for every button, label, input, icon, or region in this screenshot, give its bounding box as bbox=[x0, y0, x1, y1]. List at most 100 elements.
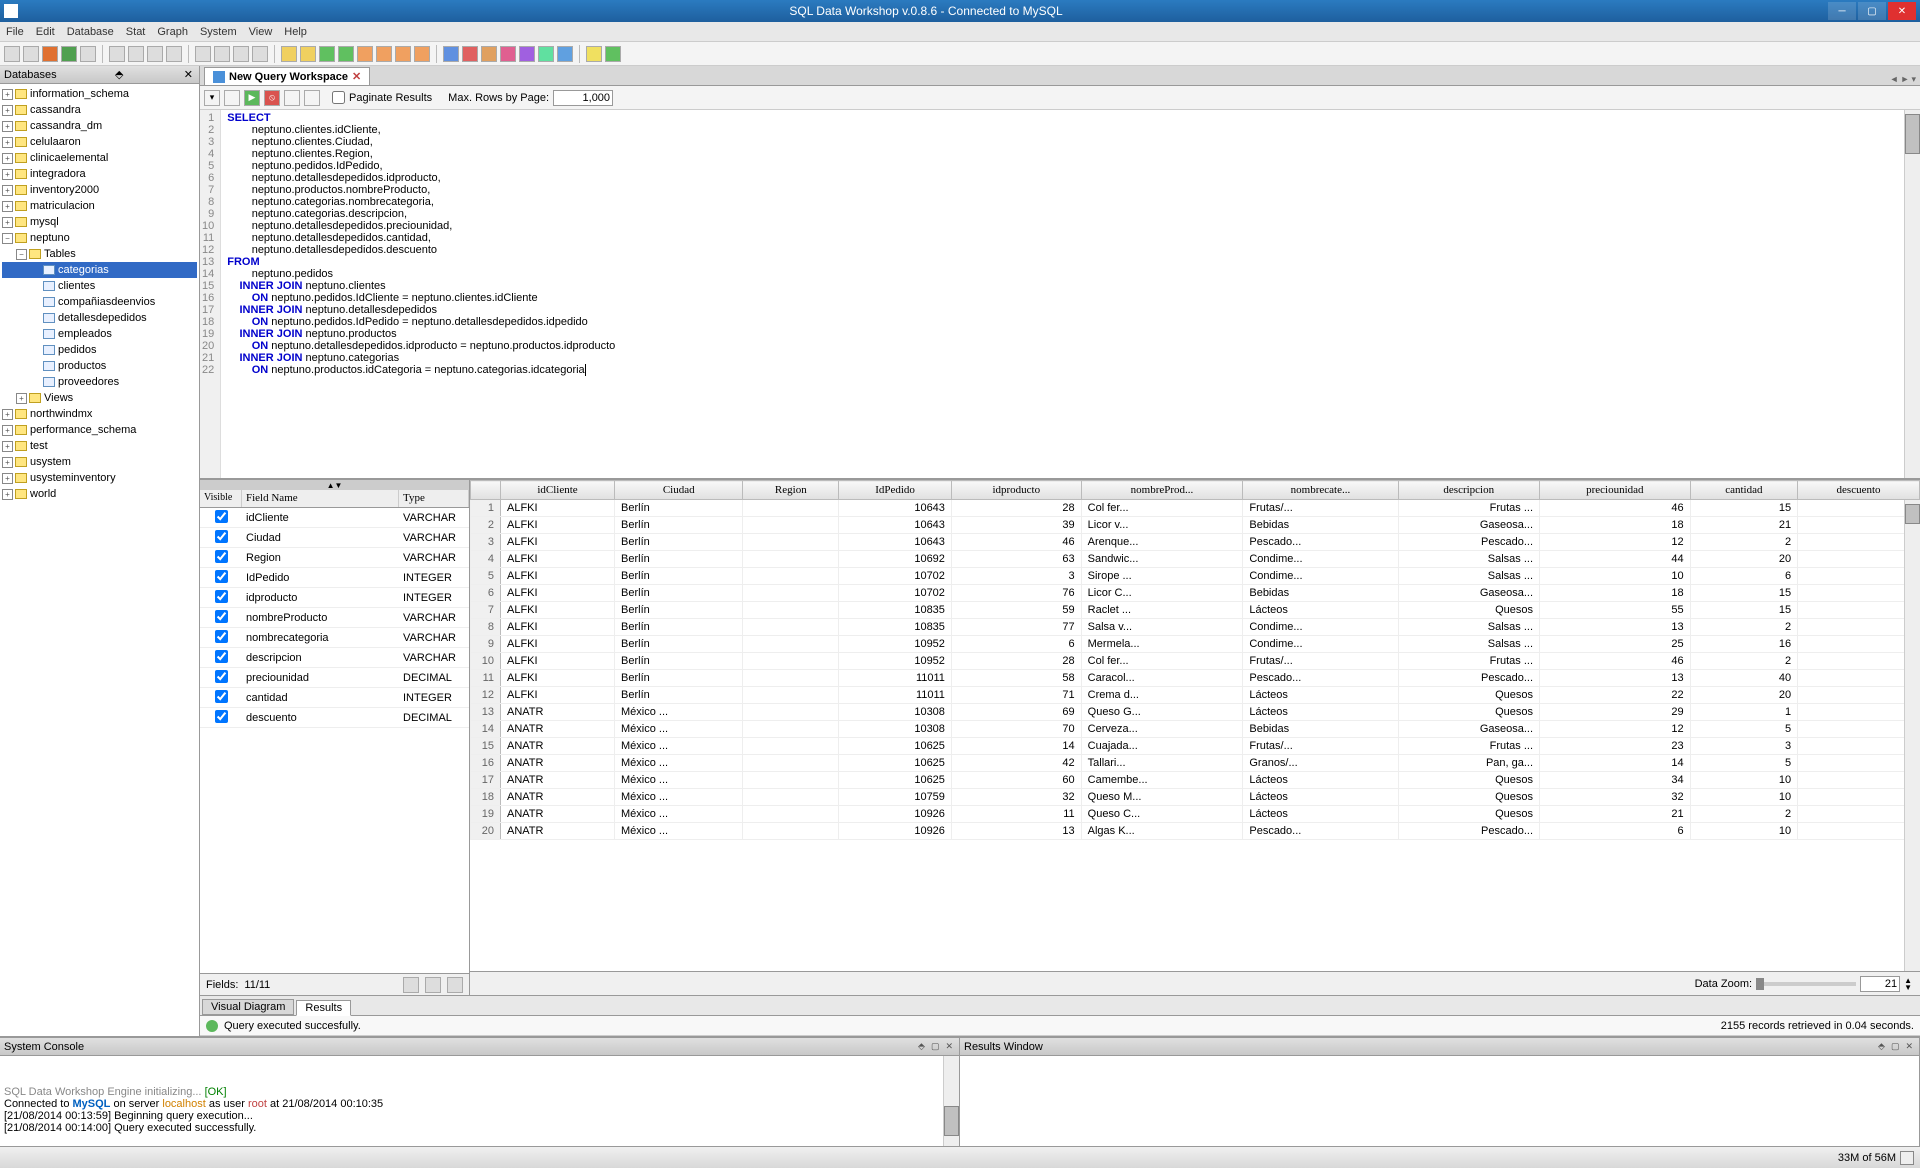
chart8-icon[interactable] bbox=[414, 46, 430, 62]
close-button[interactable]: ✕ bbox=[1888, 2, 1916, 20]
console-scrollbar[interactable] bbox=[943, 1056, 959, 1146]
graph4-icon[interactable] bbox=[500, 46, 516, 62]
tab-visual-diagram[interactable]: Visual Diagram bbox=[202, 999, 294, 1015]
field-row[interactable]: descripcionVARCHAR bbox=[200, 648, 469, 668]
tree-node-views[interactable]: +Views bbox=[2, 390, 197, 406]
menu-view[interactable]: View bbox=[249, 26, 273, 38]
menu-database[interactable]: Database bbox=[67, 26, 114, 38]
tree-node-categorias[interactable]: categorias bbox=[2, 262, 197, 278]
tree-node-tables[interactable]: −Tables bbox=[2, 246, 197, 262]
tree-node-productos[interactable]: productos bbox=[2, 358, 197, 374]
copy-icon[interactable] bbox=[109, 46, 125, 62]
table-row[interactable]: 7ALFKIBerlín1083559Raclet ...LácteosQues… bbox=[471, 602, 1920, 619]
col-type[interactable]: Type bbox=[399, 490, 469, 507]
field-row[interactable]: IdPedidoINTEGER bbox=[200, 568, 469, 588]
graph6-icon[interactable] bbox=[538, 46, 554, 62]
tree-node-cassandra[interactable]: +cassandra bbox=[2, 102, 197, 118]
tree-node-neptuno[interactable]: −neptuno bbox=[2, 230, 197, 246]
table-row[interactable]: 13ANATRMéxico ...1030869Queso G...Lácteo… bbox=[471, 704, 1920, 721]
panel-close-icon[interactable]: ✕ bbox=[182, 68, 195, 81]
column-header[interactable]: idCliente bbox=[501, 481, 615, 500]
tab-prev-icon[interactable]: ◄ bbox=[1890, 74, 1899, 85]
col-visible[interactable]: Visible bbox=[200, 490, 242, 507]
results-output[interactable] bbox=[960, 1056, 1919, 1146]
graph2-icon[interactable] bbox=[462, 46, 478, 62]
field-visible-checkbox[interactable] bbox=[215, 710, 228, 723]
tree-node-mysql[interactable]: +mysql bbox=[2, 214, 197, 230]
tree-node-celulaaron[interactable]: +celulaaron bbox=[2, 134, 197, 150]
menu-stat[interactable]: Stat bbox=[126, 26, 146, 38]
tree-node-cassandra_dm[interactable]: +cassandra_dm bbox=[2, 118, 197, 134]
save-icon[interactable] bbox=[147, 46, 163, 62]
tree-node-northwindmx[interactable]: +northwindmx bbox=[2, 406, 197, 422]
sql-editor[interactable]: 12345678910111213141516171819202122 SELE… bbox=[200, 110, 1920, 480]
chart6-icon[interactable] bbox=[376, 46, 392, 62]
field-row[interactable]: cantidadINTEGER bbox=[200, 688, 469, 708]
tab-new-query[interactable]: New Query Workspace ✕ bbox=[204, 67, 370, 85]
run-query-button[interactable]: ▶ bbox=[244, 90, 260, 106]
menu-file[interactable]: File bbox=[6, 26, 24, 38]
print-icon[interactable] bbox=[166, 46, 182, 62]
menu-edit[interactable]: Edit bbox=[36, 26, 55, 38]
table-row[interactable]: 4ALFKIBerlín1069263Sandwic...Condime...S… bbox=[471, 551, 1920, 568]
table-row[interactable]: 20ANATRMéxico ...1092613Algas K...Pescad… bbox=[471, 823, 1920, 840]
table-row[interactable]: 1ALFKIBerlín1064328Col fer...Frutas/...F… bbox=[471, 500, 1920, 517]
field-visible-checkbox[interactable] bbox=[215, 530, 228, 543]
graph3-icon[interactable] bbox=[481, 46, 497, 62]
table-row[interactable]: 17ANATRMéxico ...1062560Camembe...Lácteo… bbox=[471, 772, 1920, 789]
tree-node-integradora[interactable]: +integradora bbox=[2, 166, 197, 182]
gc-trash-icon[interactable] bbox=[1900, 1151, 1914, 1165]
sql-icon[interactable] bbox=[80, 46, 96, 62]
maxrows-input[interactable] bbox=[553, 90, 613, 106]
menu-system[interactable]: System bbox=[200, 26, 237, 38]
field-row[interactable]: descuentoDECIMAL bbox=[200, 708, 469, 728]
stop-query-button[interactable]: ⦸ bbox=[264, 90, 280, 106]
star-icon[interactable] bbox=[586, 46, 602, 62]
table-row[interactable]: 18ANATRMéxico ...1075932Queso M...Lácteo… bbox=[471, 789, 1920, 806]
fields-refresh-icon[interactable] bbox=[447, 977, 463, 993]
tree-node-pedidos[interactable]: pedidos bbox=[2, 342, 197, 358]
field-row[interactable]: RegionVARCHAR bbox=[200, 548, 469, 568]
console-max-icon[interactable]: ▢ bbox=[929, 1041, 942, 1052]
field-row[interactable]: nombrecategoriaVARCHAR bbox=[200, 628, 469, 648]
field-visible-checkbox[interactable] bbox=[215, 630, 228, 643]
field-visible-checkbox[interactable] bbox=[215, 510, 228, 523]
table-row[interactable]: 9ALFKIBerlín109526Mermela...Condime...Sa… bbox=[471, 636, 1920, 653]
table-row[interactable]: 12ALFKIBerlín1101171Crema d...LácteosQue… bbox=[471, 687, 1920, 704]
tree-node-inventory2000[interactable]: +inventory2000 bbox=[2, 182, 197, 198]
column-header[interactable]: preciounidad bbox=[1540, 481, 1691, 500]
console-close-icon[interactable]: ✕ bbox=[943, 1041, 955, 1052]
tree-node-performance_schema[interactable]: +performance_schema bbox=[2, 422, 197, 438]
table-row[interactable]: 15ANATRMéxico ...1062514Cuajada...Frutas… bbox=[471, 738, 1920, 755]
qtool4-icon[interactable] bbox=[304, 90, 320, 106]
tree-node-usystem[interactable]: +usystem bbox=[2, 454, 197, 470]
table-row[interactable]: 10ALFKIBerlín1095228Col fer...Frutas/...… bbox=[471, 653, 1920, 670]
results-close-icon[interactable]: ✕ bbox=[1903, 1041, 1915, 1052]
db2-icon[interactable] bbox=[61, 46, 77, 62]
tree-node-empleados[interactable]: empleados bbox=[2, 326, 197, 342]
fields-view1-icon[interactable] bbox=[403, 977, 419, 993]
graph7-icon[interactable] bbox=[557, 46, 573, 62]
tab-close-icon[interactable]: ✕ bbox=[352, 70, 361, 83]
tab-list-icon[interactable]: ▾ bbox=[1911, 74, 1916, 85]
qtool1-icon[interactable] bbox=[224, 90, 240, 106]
table-row[interactable]: 6ALFKIBerlín1070276Licor C...BebidasGase… bbox=[471, 585, 1920, 602]
tree-node-usysteminventory[interactable]: +usysteminventory bbox=[2, 470, 197, 486]
grid-scrollbar[interactable] bbox=[1904, 500, 1920, 971]
chart5-icon[interactable] bbox=[357, 46, 373, 62]
new-icon[interactable] bbox=[4, 46, 20, 62]
column-header[interactable]: nombrecate... bbox=[1243, 481, 1398, 500]
tree-node-information_schema[interactable]: +information_schema bbox=[2, 86, 197, 102]
tree-node-proveedores[interactable]: proveedores bbox=[2, 374, 197, 390]
table-row[interactable]: 2ALFKIBerlín1064339Licor v...BebidasGase… bbox=[471, 517, 1920, 534]
tree-node-matriculacion[interactable]: +matriculacion bbox=[2, 198, 197, 214]
qtool3-icon[interactable] bbox=[284, 90, 300, 106]
paste-icon[interactable] bbox=[128, 46, 144, 62]
panel-pin-icon[interactable]: ⬘ bbox=[113, 68, 125, 81]
dropdown-icon[interactable]: ▾ bbox=[204, 90, 220, 106]
field-visible-checkbox[interactable] bbox=[215, 690, 228, 703]
column-header[interactable]: IdPedido bbox=[839, 481, 952, 500]
results-max-icon[interactable]: ▢ bbox=[1889, 1041, 1902, 1052]
column-header[interactable]: descripcion bbox=[1398, 481, 1540, 500]
tree-node-detallesdepedidos[interactable]: detallesdepedidos bbox=[2, 310, 197, 326]
